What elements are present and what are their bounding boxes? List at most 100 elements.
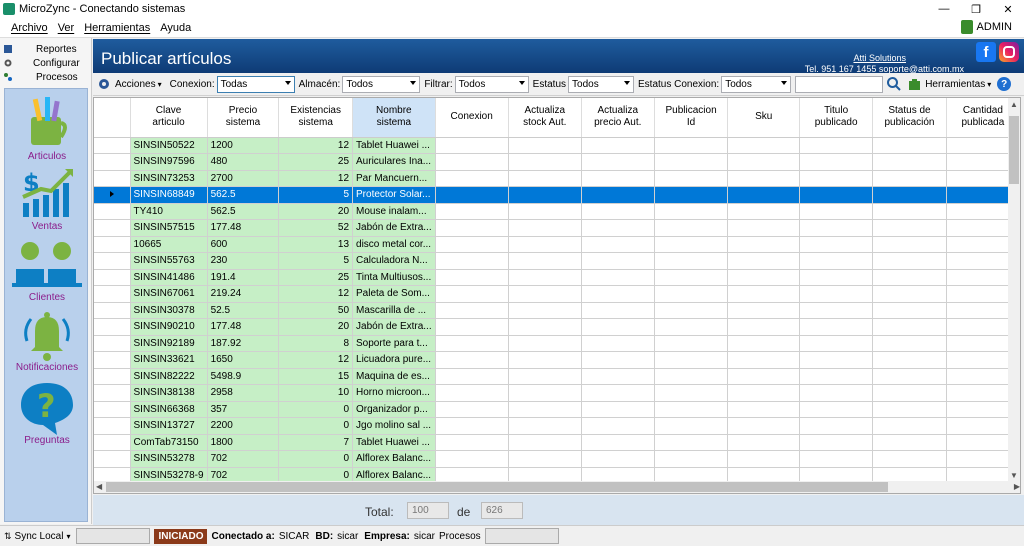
table-cell[interactable]: SINSIN50522 [130, 137, 208, 154]
table-cell[interactable] [654, 417, 729, 435]
table-cell[interactable] [799, 252, 874, 270]
table-cell[interactable] [508, 417, 582, 435]
table-cell[interactable] [654, 285, 729, 303]
table-cell[interactable] [581, 417, 655, 435]
table-cell[interactable] [872, 401, 947, 418]
row-header[interactable] [94, 170, 131, 187]
table-cell[interactable]: Tinta Multiusos... [352, 269, 436, 286]
table-row[interactable]: SINSIN55763 230 5 Calculadora N... [94, 252, 1020, 270]
table-cell[interactable] [508, 137, 582, 154]
table-cell[interactable] [727, 384, 801, 402]
table-cell[interactable]: SINSIN53278 [130, 450, 208, 468]
table-cell[interactable] [727, 318, 801, 336]
nav-notificaciones[interactable] [5, 307, 89, 365]
table-cell[interactable] [508, 401, 582, 418]
table-cell[interactable]: SINSIN90210 [130, 318, 208, 336]
table-row[interactable]: SINSIN50522 1200 12 Tablet Huawei ... [94, 137, 1020, 154]
row-header[interactable] [94, 417, 131, 435]
sidebar-tab-procesos[interactable]: Procesos [0, 70, 91, 84]
row-header[interactable] [94, 269, 131, 286]
table-cell[interactable] [799, 236, 874, 253]
table-cell[interactable] [581, 137, 655, 154]
table-cell[interactable]: Licuadora pure... [352, 351, 436, 369]
table-cell[interactable] [727, 335, 801, 352]
table-cell[interactable] [872, 351, 947, 369]
column-header[interactable]: Clave articulo [130, 98, 208, 138]
table-cell[interactable] [435, 335, 509, 352]
menu-ayuda[interactable]: Ayuda [155, 22, 196, 34]
table-cell[interactable]: 2958 [207, 384, 280, 402]
table-cell[interactable] [581, 302, 655, 319]
row-header[interactable] [94, 219, 131, 237]
table-cell[interactable]: SINSIN38138 [130, 384, 208, 402]
table-cell[interactable] [581, 401, 655, 418]
table-cell[interactable]: 177.48 [207, 318, 280, 336]
column-header[interactable]: Actualiza stock Aut. [508, 98, 582, 138]
table-cell[interactable]: Horno microon... [352, 384, 436, 402]
table-cell[interactable] [508, 236, 582, 253]
table-cell[interactable] [581, 368, 655, 385]
table-cell[interactable]: Paleta de Som... [352, 285, 436, 303]
table-cell[interactable] [727, 236, 801, 253]
table-row[interactable]: 10665 600 13 disco metal cor... [94, 236, 1020, 253]
row-header[interactable] [94, 137, 131, 154]
table-cell[interactable] [581, 318, 655, 336]
table-row[interactable]: SINSIN73253 2700 12 Par Mancuern... [94, 170, 1020, 187]
sync-local-dropdown[interactable]: ⇅ Sync Local ▾ [4, 531, 70, 542]
table-cell[interactable] [799, 219, 874, 237]
table-cell[interactable]: 357 [207, 401, 280, 418]
table-row[interactable]: SINSIN90210 177.48 20 Jabón de Extra... [94, 318, 1020, 336]
table-cell[interactable] [508, 153, 582, 171]
table-cell[interactable]: 8 [278, 335, 354, 352]
table-cell[interactable] [727, 153, 801, 171]
table-cell[interactable] [581, 384, 655, 402]
row-header[interactable] [94, 434, 131, 451]
search-icon[interactable] [886, 76, 902, 92]
table-cell[interactable] [872, 137, 947, 154]
table-cell[interactable] [508, 285, 582, 303]
table-cell[interactable]: 0 [278, 401, 354, 418]
vertical-scroll-thumb[interactable] [1009, 116, 1019, 184]
column-header[interactable]: Precio sistema [207, 98, 280, 138]
table-cell[interactable]: SINSIN41486 [130, 269, 208, 286]
table-cell[interactable] [727, 302, 801, 319]
table-row[interactable]: SINSIN92189 187.92 8 Soporte para t... [94, 335, 1020, 352]
table-cell[interactable] [435, 153, 509, 171]
table-cell[interactable] [581, 252, 655, 270]
table-cell[interactable] [872, 335, 947, 352]
table-cell[interactable] [654, 450, 729, 468]
table-cell[interactable] [727, 203, 801, 220]
table-row[interactable]: SINSIN68849 562.5 5 Protector Solar... [94, 186, 1020, 204]
row-header[interactable] [94, 351, 131, 369]
table-cell[interactable] [727, 368, 801, 385]
table-cell[interactable]: 187.92 [207, 335, 280, 352]
table-cell[interactable] [581, 269, 655, 286]
table-cell[interactable]: 25 [278, 153, 354, 171]
table-cell[interactable]: Mouse inalam... [352, 203, 436, 220]
table-cell[interactable] [435, 252, 509, 270]
table-row[interactable]: SINSIN13727 2200 0 Jgo molino sal ... [94, 417, 1020, 435]
row-header[interactable] [94, 236, 131, 253]
table-cell[interactable] [435, 236, 509, 253]
table-cell[interactable]: 0 [278, 450, 354, 468]
table-cell[interactable]: Tablet Huawei ... [352, 137, 436, 154]
table-cell[interactable] [654, 351, 729, 369]
row-header[interactable] [94, 384, 131, 402]
table-cell[interactable] [799, 302, 874, 319]
column-header[interactable]: Actualiza precio Aut. [581, 98, 655, 138]
table-cell[interactable] [435, 384, 509, 402]
row-header[interactable] [94, 203, 131, 220]
table-cell[interactable]: 15 [278, 368, 354, 385]
table-cell[interactable] [435, 318, 509, 336]
table-cell[interactable] [799, 434, 874, 451]
vertical-scrollbar[interactable]: ▲ ▼ [1008, 98, 1020, 482]
table-cell[interactable] [581, 236, 655, 253]
table-cell[interactable]: 5498.9 [207, 368, 280, 385]
table-cell[interactable] [799, 318, 874, 336]
table-cell[interactable]: Auriculares Ina... [352, 153, 436, 171]
sidebar-tab-reportes[interactable]: Reportes [0, 42, 91, 56]
table-cell[interactable] [654, 335, 729, 352]
table-cell[interactable] [581, 186, 655, 204]
table-cell[interactable] [654, 203, 729, 220]
table-cell[interactable] [654, 384, 729, 402]
